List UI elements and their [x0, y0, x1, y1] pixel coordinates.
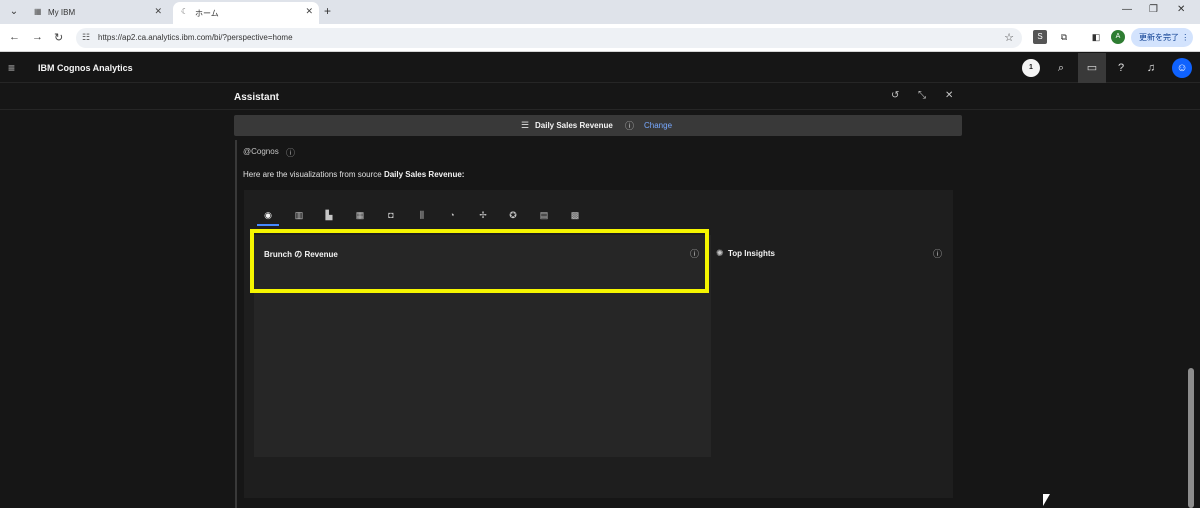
- update-button[interactable]: 更新を完了 ⋮: [1131, 28, 1193, 47]
- reset-icon[interactable]: ↺: [891, 90, 899, 101]
- url-text: https://ap2.ca.analytics.ibm.com/bi/?per…: [98, 33, 293, 42]
- message-text: Here are the visualizations from source …: [243, 170, 464, 179]
- side-panel-icon[interactable]: ◧: [1089, 30, 1103, 44]
- scrollbar[interactable]: [1188, 368, 1194, 508]
- hamburger-menu-icon[interactable]: ≡: [8, 61, 15, 75]
- data-source-bar: ☰ Daily Sales Revenue ⓘ Change: [234, 115, 962, 136]
- grid-icon[interactable]: ▩: [564, 204, 586, 226]
- insights-title: Top Insights: [728, 249, 775, 258]
- minimize-icon[interactable]: —: [1122, 4, 1132, 15]
- bookmark-star-icon[interactable]: ☆: [1004, 31, 1014, 44]
- restore-icon[interactable]: ❐: [1149, 4, 1158, 15]
- network-icon[interactable]: ✢: [472, 204, 494, 226]
- site-info-icon[interactable]: ☷: [82, 32, 90, 43]
- info-icon[interactable]: ⓘ: [625, 119, 634, 132]
- message-source-name: Daily Sales Revenue:: [383, 170, 465, 179]
- boxplot-icon[interactable]: ⫼: [411, 204, 433, 226]
- browser-tab-home[interactable]: ☾ ホーム ✕: [173, 2, 319, 24]
- stacked-column-icon[interactable]: ▦: [349, 204, 371, 226]
- profile-avatar[interactable]: A: [1111, 30, 1125, 44]
- tab-search-icon[interactable]: ⌄: [6, 4, 22, 20]
- close-icon[interactable]: ✕: [305, 6, 313, 17]
- change-source-link[interactable]: Change: [644, 121, 672, 130]
- collapse-icon[interactable]: ⤡: [918, 90, 926, 101]
- back-icon[interactable]: ←: [9, 31, 20, 43]
- highlight-box: [250, 229, 709, 293]
- extensions-puzzle-icon[interactable]: ⧉: [1057, 30, 1071, 44]
- tab-title: My IBM: [48, 8, 76, 17]
- insights-icon: ✺: [716, 248, 724, 258]
- map-icon[interactable]: ◉: [257, 204, 279, 226]
- loading-icon: ☾: [181, 7, 189, 16]
- treemap-icon[interactable]: ◘: [380, 204, 402, 226]
- assistant-chat-icon[interactable]: ▭: [1078, 53, 1106, 83]
- tab-title: ホーム: [195, 9, 219, 18]
- radial-icon[interactable]: ✪: [502, 204, 524, 226]
- extension-s-icon[interactable]: S: [1033, 30, 1047, 44]
- ibm-icon: ▦: [34, 7, 42, 16]
- assistant-panel-header: Assistant ↺ ⤡ ✕: [0, 84, 1200, 110]
- pie-chart-icon[interactable]: ◔: [441, 204, 463, 226]
- browser-nav-bar: ← → ↻ ☷ https://ap2.ca.analytics.ibm.com…: [0, 24, 1200, 52]
- bell-icon[interactable]: ♫: [1142, 59, 1160, 77]
- info-icon[interactable]: ⓘ: [286, 146, 295, 159]
- message-author: @Cognos: [243, 147, 279, 156]
- forward-icon[interactable]: →: [32, 31, 43, 43]
- bar-chart-icon[interactable]: ▥: [288, 204, 310, 226]
- new-tab-icon[interactable]: +: [324, 4, 331, 18]
- help-icon[interactable]: ?: [1112, 59, 1130, 77]
- source-name: Daily Sales Revenue: [535, 121, 613, 130]
- window-close-icon[interactable]: ✕: [1177, 4, 1185, 15]
- message-intro: Here are the visualizations from source: [243, 170, 384, 179]
- app-name: IBM Cognos Analytics: [38, 63, 133, 73]
- address-bar[interactable]: ☷ https://ap2.ca.analytics.ibm.com/bi/?p…: [76, 28, 1022, 48]
- column-chart-icon[interactable]: ▙: [318, 204, 340, 226]
- notification-count-badge[interactable]: 1: [1022, 59, 1040, 77]
- browser-tab-my-ibm[interactable]: ▦ My IBM ✕: [26, 2, 168, 24]
- info-icon[interactable]: ⓘ: [933, 247, 942, 260]
- panel-title: Assistant: [234, 92, 280, 103]
- dataset-icon: ☰: [521, 120, 530, 130]
- browser-tab-bar: ⌄ ▦ My IBM ✕ ☾ ホーム ✕ + — ❐ ✕: [0, 0, 1200, 24]
- table-icon[interactable]: ▤: [533, 204, 555, 226]
- search-icon[interactable]: ⌕: [1052, 59, 1070, 77]
- conversation-thread-line: [235, 140, 237, 508]
- close-icon[interactable]: ✕: [154, 6, 162, 17]
- close-panel-icon[interactable]: ✕: [945, 90, 953, 101]
- reload-icon[interactable]: ↻: [54, 31, 63, 44]
- app-header: ≡ IBM Cognos Analytics 1 ⌕ ▭ ? ♫ ☺: [0, 53, 1200, 83]
- mouse-cursor-icon: [1043, 494, 1050, 506]
- user-avatar-icon[interactable]: ☺: [1172, 58, 1192, 78]
